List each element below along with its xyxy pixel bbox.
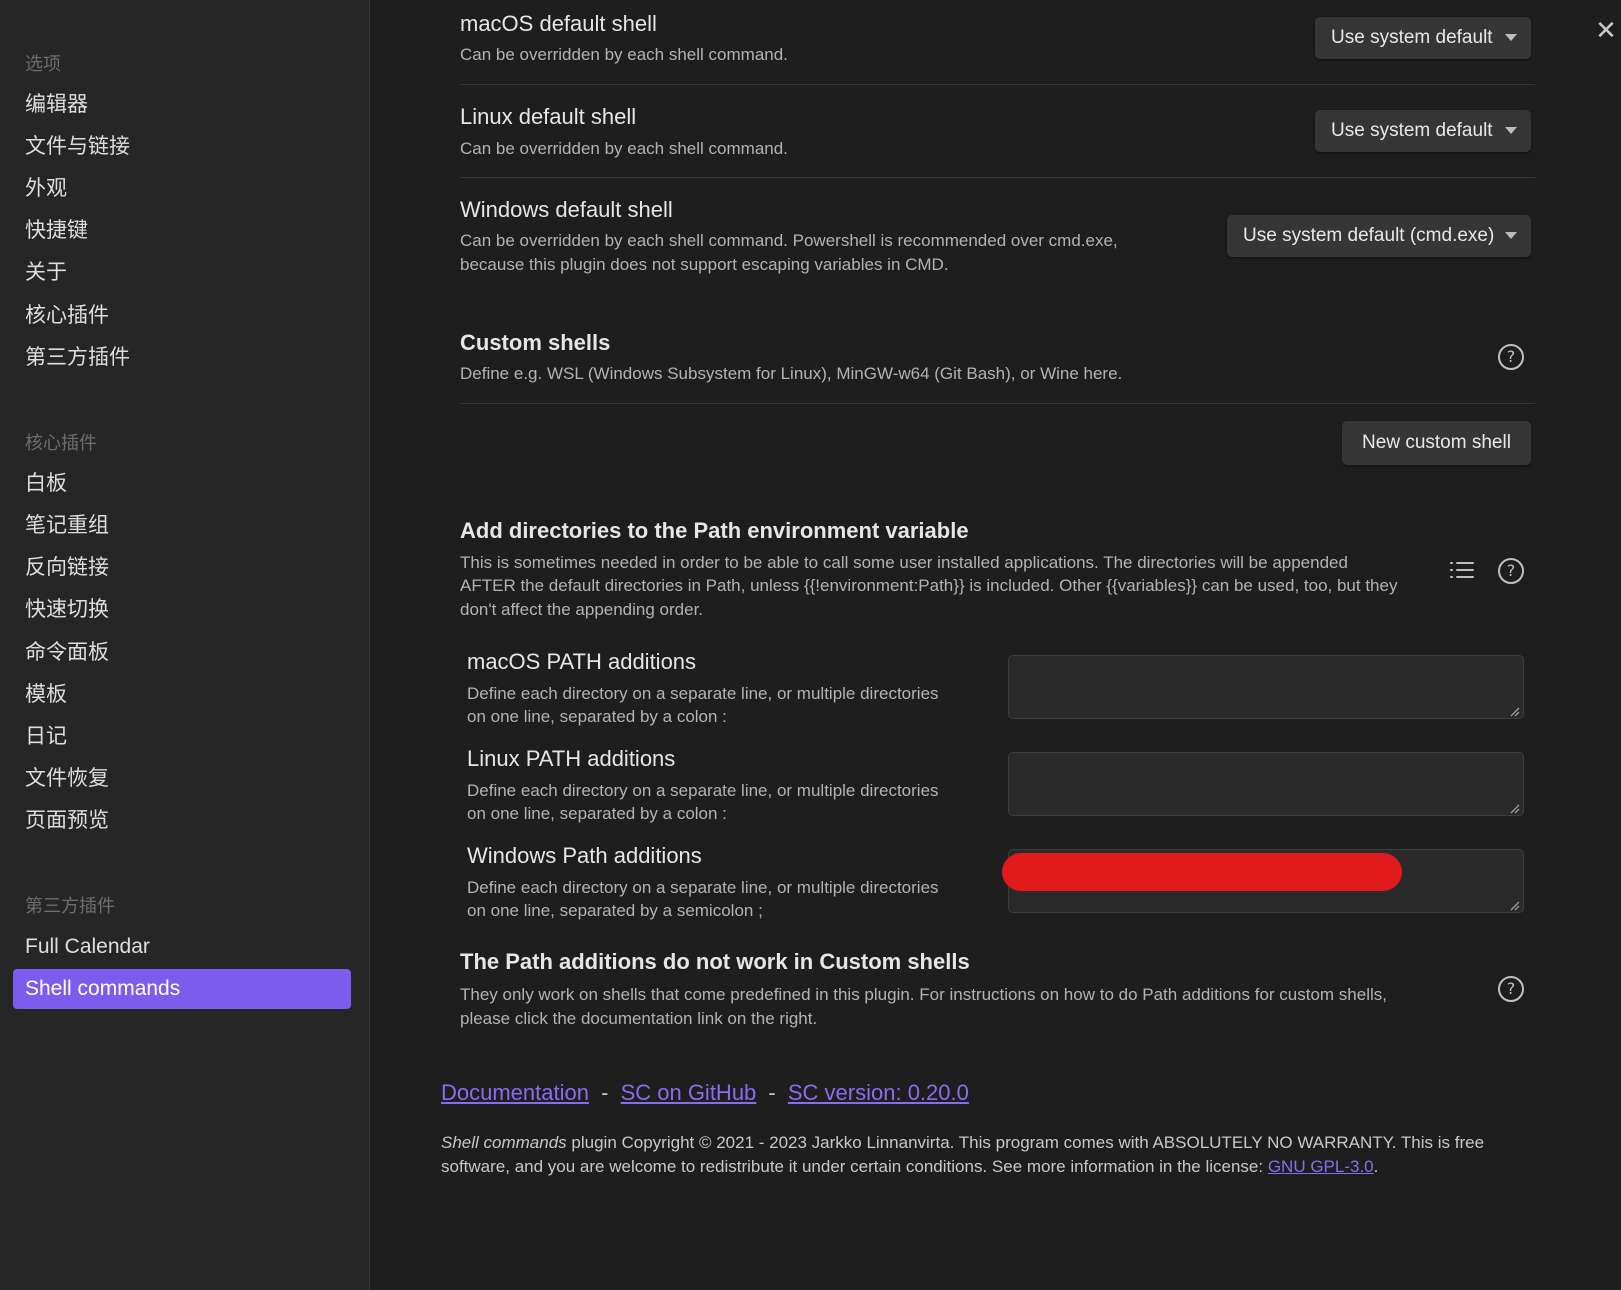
windows-path-desc-line1: Define each directory on a separate line…	[467, 878, 939, 897]
linux-shell-desc: Can be overridden by each shell command.	[460, 139, 788, 158]
resize-grip-icon[interactable]	[1510, 901, 1520, 911]
sidebar-header-options: 选项	[25, 54, 61, 74]
sidebar-item-templates[interactable]: 模板	[13, 675, 351, 715]
list-icon[interactable]	[1449, 559, 1475, 581]
redaction-mark	[1002, 853, 1402, 891]
sidebar-item-core-plugins[interactable]: 核心插件	[13, 296, 351, 336]
linux-shell-dropdown[interactable]: Use system default	[1315, 110, 1531, 152]
resize-grip-icon[interactable]	[1510, 804, 1520, 814]
path-additions-title: Add directories to the Path environment …	[460, 518, 969, 543]
footer-separator: -	[768, 1080, 776, 1105]
sidebar-item-files-links[interactable]: 文件与链接	[13, 127, 351, 167]
sidebar-item-shell-commands[interactable]: Shell commands	[13, 969, 351, 1009]
chevron-down-icon	[1505, 127, 1517, 134]
windows-shell-dropdown[interactable]: Use system default (cmd.exe)	[1227, 215, 1531, 257]
license-link[interactable]: GNU GPL-3.0	[1268, 1157, 1374, 1176]
divider	[460, 177, 1535, 178]
sidebar-item-command-palette[interactable]: 命令面板	[13, 633, 351, 673]
macos-path-desc-line2: on one line, separated by a colon :	[467, 707, 727, 726]
copyright-period: .	[1373, 1157, 1379, 1176]
macos-path-title: macOS PATH additions	[467, 649, 697, 674]
sidebar-item-about[interactable]: 关于	[13, 253, 351, 293]
sidebar-item-appearance[interactable]: 外观	[13, 169, 351, 209]
sidebar-item-daily-notes[interactable]: 日记	[13, 717, 351, 757]
sidebar-item-note-composer[interactable]: 笔记重组	[13, 506, 351, 546]
sidebar-item-community-plugins[interactable]: 第三方插件	[13, 338, 351, 378]
close-icon[interactable]: ✕	[1592, 16, 1620, 44]
sidebar-item-canvas[interactable]: 白板	[13, 464, 351, 504]
macos-shell-title: macOS default shell	[460, 11, 657, 36]
custom-shells-desc: Define e.g. WSL (Windows Subsystem for L…	[460, 364, 1123, 383]
copyright-text: Shell commands plugin Copyright © 2021 -…	[441, 1131, 1521, 1179]
windows-path-desc-line2: on one line, separated by a semicolon ;	[467, 901, 763, 920]
linux-path-title: Linux PATH additions	[467, 746, 676, 771]
linux-path-textarea[interactable]	[1008, 752, 1524, 816]
path-note-title: The Path additions do not work in Custom…	[460, 949, 970, 974]
linux-shell-title: Linux default shell	[460, 104, 637, 129]
footer-separator: -	[601, 1080, 609, 1105]
windows-shell-desc-line2: because this plugin does not support esc…	[460, 255, 949, 274]
custom-shells-title: Custom shells	[460, 330, 611, 355]
new-custom-shell-button[interactable]: New custom shell	[1342, 421, 1531, 465]
linux-path-desc-line2: on one line, separated by a colon :	[467, 804, 727, 823]
windows-path-title: Windows Path additions	[467, 843, 702, 868]
windows-shell-title: Windows default shell	[460, 197, 673, 222]
sidebar-header-core: 核心插件	[25, 433, 97, 453]
path-additions-desc-line3: don't affect the appending order.	[460, 600, 704, 619]
documentation-link[interactable]: Documentation	[441, 1080, 589, 1105]
sidebar-item-page-preview[interactable]: 页面预览	[13, 801, 351, 841]
chevron-down-icon	[1505, 34, 1517, 41]
sidebar-header-third-party: 第三方插件	[25, 896, 115, 916]
sidebar-item-file-recovery[interactable]: 文件恢复	[13, 759, 351, 799]
linux-path-desc-line1: Define each directory on a separate line…	[467, 781, 939, 800]
path-note-desc-line2: please click the documentation link on t…	[460, 1009, 818, 1028]
help-circle-icon[interactable]: ?	[1498, 976, 1524, 1002]
resize-grip-icon[interactable]	[1510, 707, 1520, 717]
sidebar-item-full-calendar[interactable]: Full Calendar	[13, 927, 351, 967]
sidebar-item-editor[interactable]: 编辑器	[13, 85, 351, 125]
macos-path-desc-line1: Define each directory on a separate line…	[467, 684, 939, 703]
help-circle-icon[interactable]: ?	[1498, 344, 1524, 370]
divider	[460, 403, 1535, 404]
plugin-name: Shell commands	[441, 1133, 567, 1152]
copyright-line2: software, and you are welcome to redistr…	[441, 1157, 1268, 1176]
macos-shell-dropdown-value: Use system default	[1331, 27, 1493, 48]
macos-shell-desc: Can be overridden by each shell command.	[460, 45, 788, 64]
linux-shell-dropdown-value: Use system default	[1331, 120, 1493, 141]
help-circle-icon[interactable]: ?	[1498, 558, 1524, 584]
path-note-desc-line1: They only work on shells that come prede…	[460, 985, 1387, 1004]
sidebar-item-hotkeys[interactable]: 快捷键	[13, 211, 351, 251]
path-additions-desc-line2: AFTER the default directories in Path, u…	[460, 576, 1398, 595]
divider	[460, 84, 1535, 85]
macos-shell-dropdown[interactable]: Use system default	[1315, 17, 1531, 59]
chevron-down-icon	[1505, 232, 1517, 239]
windows-shell-dropdown-value: Use system default (cmd.exe)	[1243, 225, 1495, 246]
copyright-line1: plugin Copyright © 2021 - 2023 Jarkko Li…	[566, 1133, 1485, 1152]
sidebar-item-backlinks[interactable]: 反向链接	[13, 548, 351, 588]
macos-path-textarea[interactable]	[1008, 655, 1524, 719]
footer-links: Documentation - SC on GitHub - SC versio…	[441, 1080, 969, 1106]
version-link[interactable]: SC version: 0.20.0	[788, 1080, 969, 1105]
windows-shell-desc-line1: Can be overridden by each shell command.…	[460, 231, 1118, 250]
sidebar-item-quick-switcher[interactable]: 快速切换	[13, 590, 351, 630]
github-link[interactable]: SC on GitHub	[621, 1080, 757, 1105]
settings-sidebar: 选项 编辑器 文件与链接 外观 快捷键 关于 核心插件 第三方插件 核心插件 白…	[0, 0, 370, 1290]
path-additions-desc-line1: This is sometimes needed in order to be …	[460, 553, 1348, 572]
